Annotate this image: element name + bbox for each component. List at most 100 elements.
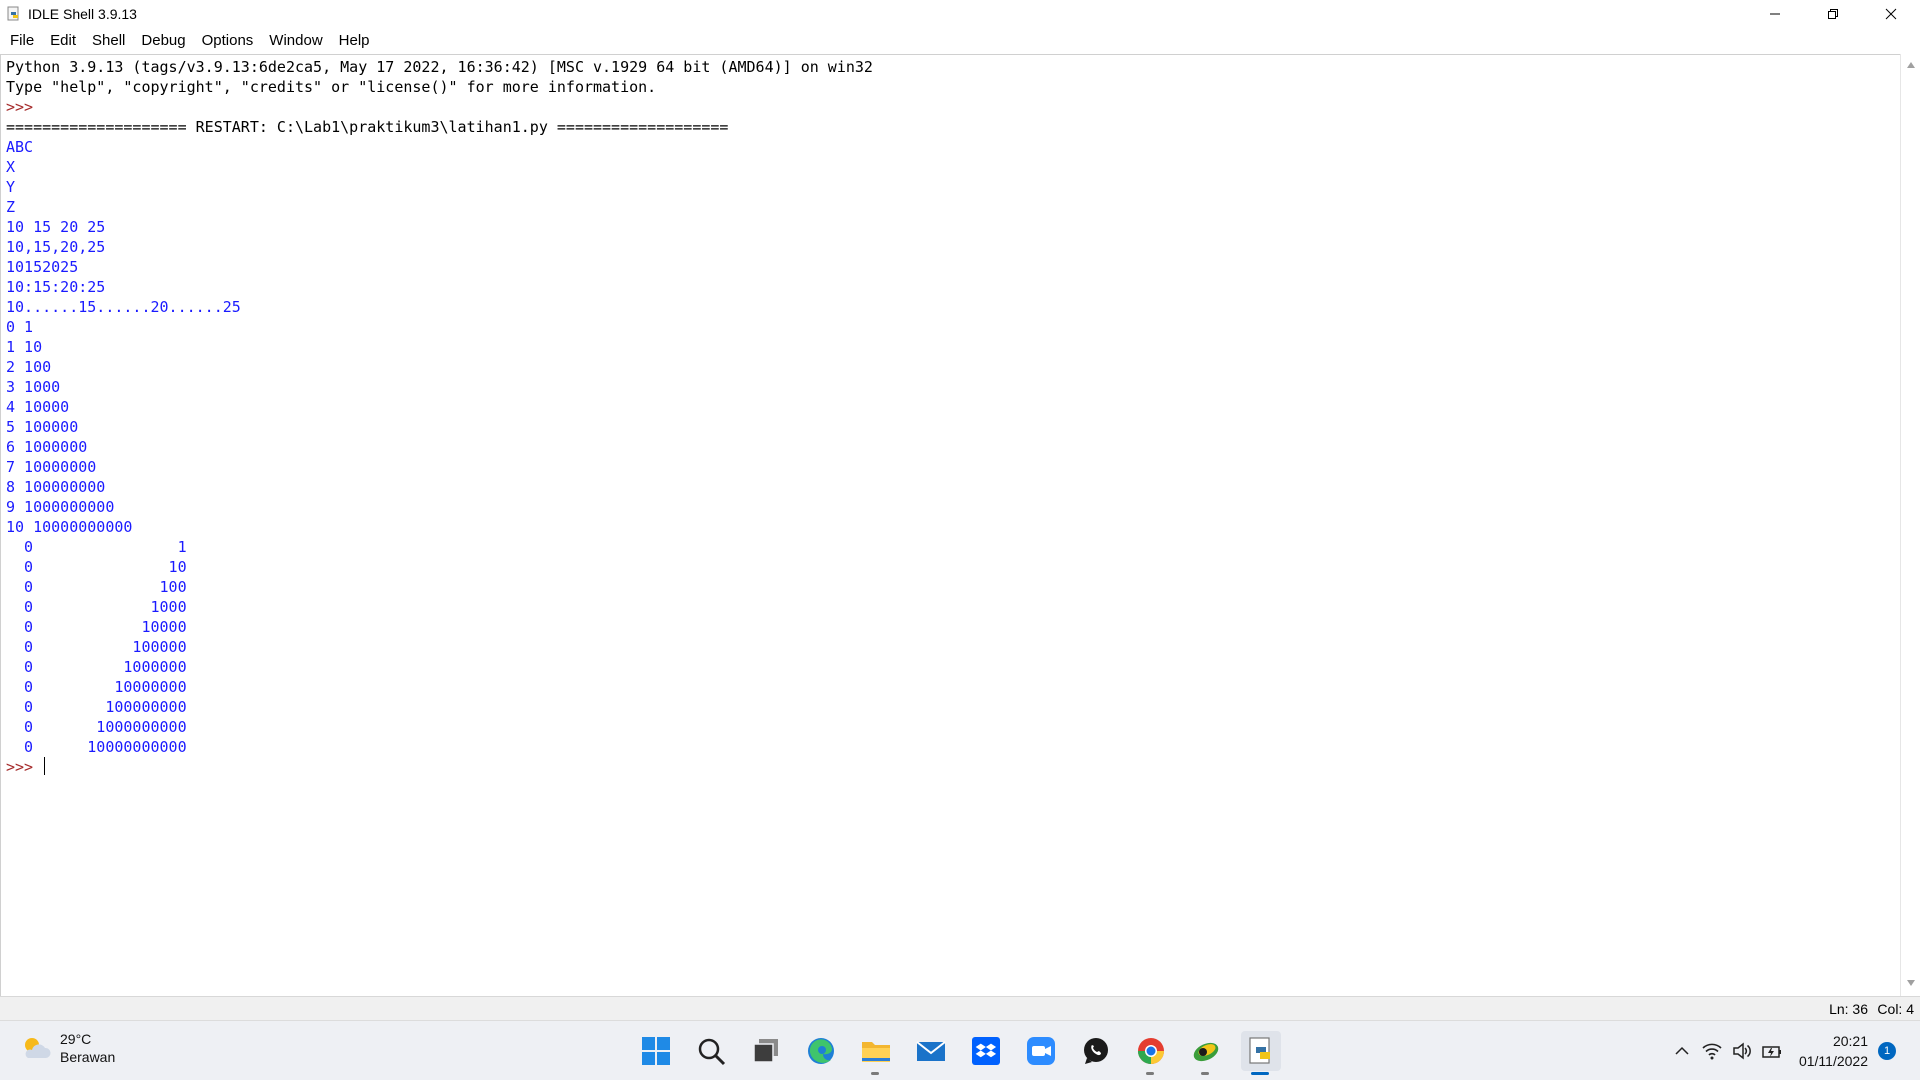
line-text: 0 1 — [6, 538, 187, 556]
start-icon — [642, 1037, 670, 1065]
line-text: 0 100000 — [6, 638, 187, 656]
shell-output-line: 0 1 — [6, 317, 873, 337]
column-number-status: Col: 4 — [1877, 1001, 1914, 1017]
menu-debug[interactable]: Debug — [133, 28, 193, 54]
shell-output-line: 0 1000000 — [6, 657, 873, 677]
shell-output-line: 3 1000 — [6, 377, 873, 397]
line-text: Type "help", "copyright", "credits" or "… — [6, 78, 657, 96]
task-view-button[interactable] — [746, 1031, 786, 1071]
battery-button[interactable] — [1759, 1038, 1785, 1064]
search-button[interactable] — [691, 1031, 731, 1071]
edge-icon — [808, 1038, 834, 1064]
line-text: 0 10000000000 — [6, 738, 187, 756]
task-view-icon — [753, 1039, 778, 1063]
zoom-button[interactable] — [1021, 1031, 1061, 1071]
menu-bar: File Edit Shell Debug Options Window Hel… — [0, 28, 1920, 54]
notification-badge[interactable]: 1 — [1878, 1042, 1896, 1060]
running-indicator — [1201, 1072, 1209, 1075]
shell-output-line: 1 10 — [6, 337, 873, 357]
vertical-scrollbar[interactable] — [1900, 54, 1920, 996]
shell-output-line: 8 100000000 — [6, 477, 873, 497]
menu-options[interactable]: Options — [194, 28, 262, 54]
shell-output-line: Z — [6, 197, 873, 217]
minimize-button[interactable] — [1746, 0, 1804, 28]
shell-output-line: 0 10 — [6, 557, 873, 577]
shell-output-line: 0 1 — [6, 537, 873, 557]
dropbox-button[interactable] — [966, 1031, 1006, 1071]
dropbox-icon — [972, 1037, 1000, 1065]
shell-output-line: 10 15 20 25 — [6, 217, 873, 237]
whatsapp-button[interactable] — [1076, 1031, 1116, 1071]
shell-output-line: 0 1000000000 — [6, 717, 873, 737]
shell-output-line: 0 100000 — [6, 637, 873, 657]
prompt-text: >>> — [6, 758, 43, 776]
weather-widget[interactable]: 29°C Berawan — [20, 1031, 115, 1065]
shell-output-line: 10152025 — [6, 257, 873, 277]
shell-output-line: 0 100 — [6, 577, 873, 597]
line-text: 0 1000000000 — [6, 718, 187, 736]
shell-prompt-line: >>> — [6, 97, 873, 117]
battery-charging-icon — [1762, 1046, 1781, 1058]
file-explorer-button[interactable] — [856, 1031, 896, 1075]
shell-output-line: 0 10000 — [6, 617, 873, 637]
edge-button[interactable] — [801, 1031, 841, 1071]
text-cursor — [44, 757, 46, 775]
clock-date: 01/11/2022 — [1798, 1053, 1868, 1069]
start-button[interactable] — [636, 1031, 676, 1071]
close-button[interactable] — [1862, 0, 1920, 28]
line-text: X — [6, 158, 16, 176]
taskbar-apps — [636, 1031, 1296, 1075]
scroll-up-icon[interactable] — [1907, 62, 1915, 68]
line-text: 10......15......20......25 — [6, 298, 241, 316]
shell-output-line: Python 3.9.13 (tags/v3.9.13:6de2ca5, May… — [6, 57, 873, 77]
line-text: 0 1 — [6, 318, 34, 336]
shell-output-line: X — [6, 157, 873, 177]
partly-cloudy-icon — [25, 1038, 51, 1058]
chrome-button[interactable] — [1131, 1031, 1171, 1075]
volume-button[interactable] — [1729, 1038, 1755, 1064]
menu-window[interactable]: Window — [261, 28, 330, 54]
prompt-text: >>> — [6, 98, 43, 116]
mail-icon — [916, 1041, 946, 1061]
wifi-icon — [1702, 1043, 1722, 1060]
scroll-down-icon[interactable] — [1907, 980, 1915, 986]
line-text: 0 100 — [6, 578, 187, 596]
menu-shell[interactable]: Shell — [84, 28, 133, 54]
line-text: 0 1000000 — [6, 658, 187, 676]
menu-file[interactable]: File — [2, 28, 42, 54]
shell-output-line: 0 1000 — [6, 597, 873, 617]
close-icon — [1885, 8, 1897, 20]
app-icon — [1193, 1042, 1219, 1062]
line-text: 0 1000 — [6, 598, 187, 616]
shell-prompt-line: >>> — [6, 757, 873, 777]
python-idle-button[interactable] — [1241, 1031, 1281, 1075]
chrome-icon — [1137, 1038, 1164, 1065]
line-text: ==================== RESTART: C:\Lab1\pr… — [6, 118, 729, 136]
shell-output: Python 3.9.13 (tags/v3.9.13:6de2ca5, May… — [6, 57, 873, 777]
line-text: 4 10000 — [6, 398, 70, 416]
shell-output-line: 2 100 — [6, 357, 873, 377]
mail-button[interactable] — [911, 1031, 951, 1071]
menu-help[interactable]: Help — [331, 28, 378, 54]
show-hidden-icons-button[interactable] — [1669, 1038, 1695, 1064]
weather-temperature: 29°C — [60, 1031, 92, 1047]
line-number-status: Ln: 36 — [1829, 1001, 1868, 1017]
line-text: 10 10000000000 — [6, 518, 133, 536]
line-text: ABC — [6, 138, 34, 156]
line-text: 10 15 20 25 — [6, 218, 106, 236]
restore-button[interactable] — [1804, 0, 1862, 28]
clock[interactable]: 20:21 01/11/2022 — [1799, 1033, 1868, 1069]
menu-edit[interactable]: Edit — [42, 28, 84, 54]
network-button[interactable] — [1699, 1038, 1725, 1064]
line-text: 10:15:20:25 — [6, 278, 106, 296]
line-text: 10,15,20,25 — [6, 238, 106, 256]
zoom-icon — [1027, 1037, 1055, 1065]
shell-output-line: 6 1000000 — [6, 437, 873, 457]
line-text: 0 100000000 — [6, 698, 187, 716]
line-text: 3 1000 — [6, 378, 61, 396]
shell-text-area[interactable]: Python 3.9.13 (tags/v3.9.13:6de2ca5, May… — [0, 54, 1900, 996]
line-text: 9 1000000000 — [6, 498, 115, 516]
app-button[interactable] — [1186, 1031, 1226, 1075]
search-icon — [698, 1038, 726, 1066]
line-text: 5 100000 — [6, 418, 79, 436]
